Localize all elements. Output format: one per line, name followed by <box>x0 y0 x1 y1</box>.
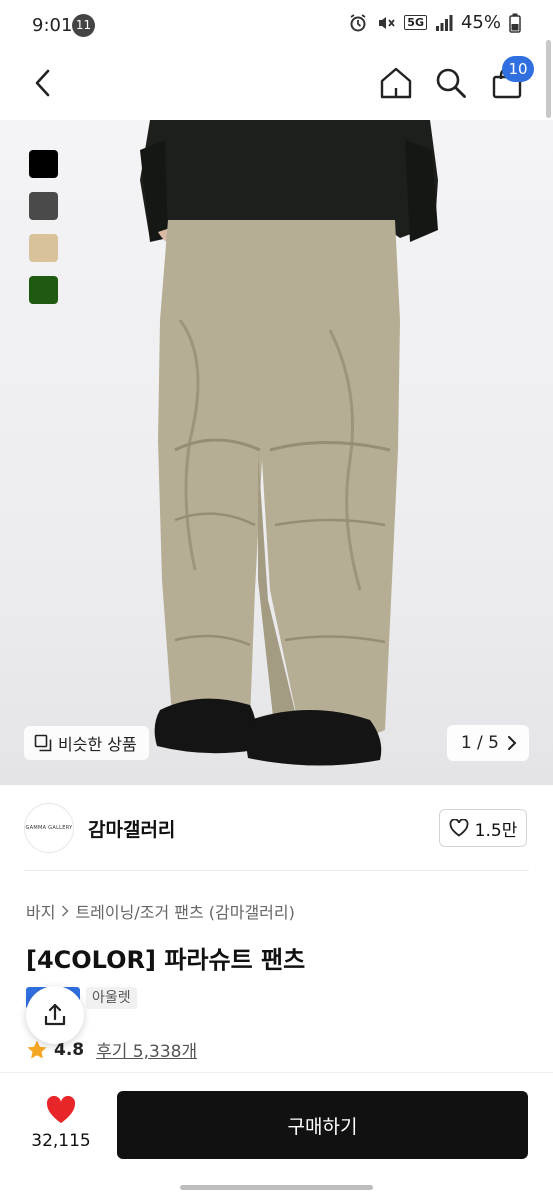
heart-outline-icon <box>449 819 469 837</box>
brand-logo[interactable]: GAMMA GALLERY <box>24 803 74 853</box>
network-type: 5G <box>404 15 427 30</box>
color-swatch-green[interactable] <box>29 276 58 304</box>
brand-like-count: 1.5만 <box>474 820 518 841</box>
chevron-right-icon <box>62 905 70 917</box>
notification-count-badge: 11 <box>72 14 95 37</box>
search-button[interactable] <box>430 62 472 104</box>
chevron-left-icon <box>35 69 50 97</box>
chevron-right-icon <box>508 736 517 750</box>
wishlist-button[interactable]: 32,115 <box>30 1095 92 1151</box>
status-time: 9:01 <box>32 15 73 36</box>
share-button[interactable] <box>26 986 84 1044</box>
cart-count-badge: 10 <box>502 56 534 82</box>
status-icons: 5G 45% <box>348 12 521 33</box>
color-swatch-beige[interactable] <box>29 234 58 262</box>
outlet-badge: 아울렛 <box>86 987 137 1009</box>
search-icon <box>436 68 466 98</box>
buy-button[interactable]: 구매하기 <box>117 1091 528 1159</box>
home-button[interactable] <box>375 62 417 104</box>
signal-icon <box>435 14 453 31</box>
brand-row: GAMMA GALLERY 감마갤러리 1.5만 <box>0 800 553 860</box>
battery-percent: 45% <box>460 12 501 33</box>
product-image-gallery[interactable]: 비슷한 상품 1 / 5 <box>0 120 553 785</box>
scrollbar-thumb[interactable] <box>546 40 551 118</box>
wishlist-count: 32,115 <box>31 1131 91 1151</box>
review-count-link[interactable]: 후기 5,338개 <box>96 1037 197 1062</box>
back-button[interactable] <box>22 62 64 104</box>
similar-products-label: 비슷한 상품 <box>58 735 137 754</box>
breadcrumb-item-category[interactable]: 바지 <box>26 899 55 923</box>
product-photo <box>140 120 438 766</box>
breadcrumb: 바지 트레이닝/조거 팬츠 (감마갤러리) <box>26 899 295 923</box>
bottom-purchase-bar: 32,115 구매하기 <box>0 1072 553 1201</box>
brand-name[interactable]: 감마갤러리 <box>88 815 175 842</box>
cart-button[interactable]: 10 <box>486 56 534 104</box>
breadcrumb-item-subcategory[interactable]: 트레이닝/조거 팬츠 (감마갤러리) <box>75 899 294 923</box>
battery-icon <box>509 13 521 33</box>
color-swatch-charcoal[interactable] <box>29 192 58 220</box>
home-icon <box>380 67 412 99</box>
alarm-icon <box>350 13 366 31</box>
share-icon <box>44 1003 66 1026</box>
product-title: [4COLOR] 파라슈트 팬츠 <box>26 946 306 974</box>
brand-like-button[interactable]: 1.5만 <box>439 809 527 847</box>
home-indicator <box>180 1185 373 1190</box>
mute-icon <box>379 16 395 29</box>
divider <box>24 870 529 871</box>
similar-products-button[interactable]: 비슷한 상품 <box>24 726 149 760</box>
copy-icon <box>34 734 52 752</box>
color-swatch-list <box>29 150 58 304</box>
status-bar: 9:01 11 5G 45% <box>0 0 553 52</box>
image-pager[interactable]: 1 / 5 <box>446 725 529 761</box>
image-pager-text: 1 / 5 <box>460 733 499 753</box>
color-swatch-black[interactable] <box>29 150 58 178</box>
heart-filled-icon <box>46 1095 76 1123</box>
top-nav: 10 <box>0 52 553 114</box>
